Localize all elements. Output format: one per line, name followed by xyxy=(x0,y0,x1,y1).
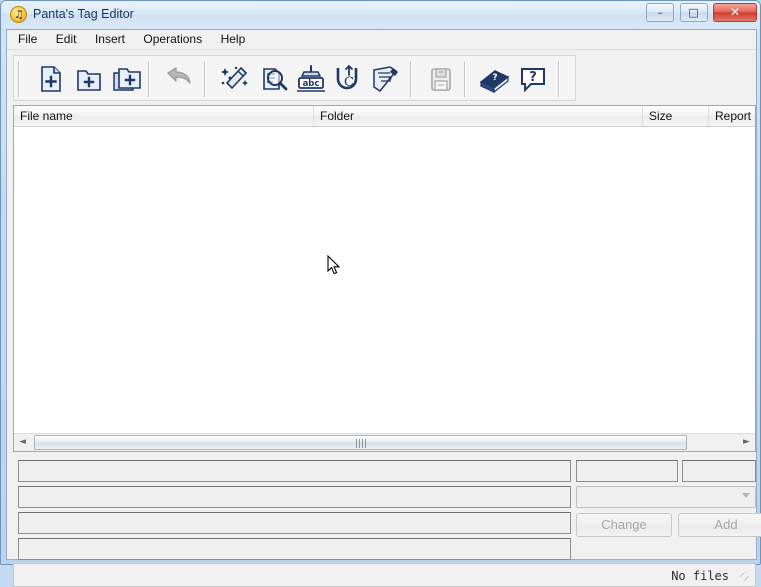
menu-bar: File Edit Insert Operations Help xyxy=(7,30,756,50)
add-folders-recursive-button[interactable] xyxy=(108,60,146,98)
toolbar-separator xyxy=(204,61,206,97)
toolbar-separator xyxy=(558,61,560,97)
undo-arrow-icon xyxy=(167,67,191,84)
status-text: No files xyxy=(671,569,729,583)
magic-wand-icon xyxy=(221,66,248,90)
scroll-left-arrow-icon[interactable]: ◄ xyxy=(14,434,31,451)
add-button[interactable]: Add xyxy=(678,513,761,537)
add-file-button[interactable] xyxy=(32,60,70,98)
question-balloon-icon: ? xyxy=(521,68,545,93)
menu-file[interactable]: File xyxy=(11,30,44,50)
toolbar-separator xyxy=(18,61,20,97)
track-field[interactable] xyxy=(576,460,678,482)
file-list-body[interactable] xyxy=(14,127,755,430)
document-search-icon xyxy=(263,68,288,91)
file-plus-icon xyxy=(41,66,61,92)
scrollbar-thumb[interactable] xyxy=(34,435,687,450)
svg-text:abc: abc xyxy=(303,79,320,89)
minimize-button[interactable]: – xyxy=(646,3,675,22)
year-field[interactable] xyxy=(682,460,756,482)
folder-plus-icon xyxy=(77,70,101,91)
remove-button[interactable] xyxy=(160,60,198,98)
about-button[interactable]: ? xyxy=(514,60,552,98)
toolbar-separator xyxy=(410,61,412,97)
artist-field[interactable] xyxy=(18,486,571,508)
column-file-name[interactable]: File name xyxy=(14,106,314,126)
resize-grip-icon[interactable] xyxy=(740,572,752,584)
manual-button[interactable]: ? xyxy=(476,60,514,98)
scrollbar-grip-icon xyxy=(355,439,366,448)
menu-operations[interactable]: Operations xyxy=(136,30,209,50)
column-size[interactable]: Size xyxy=(643,106,709,126)
help-book-icon: ? xyxy=(479,70,510,94)
svg-text:?: ? xyxy=(529,70,537,85)
client-area: File Edit Insert Operations Help abc C ?… xyxy=(6,29,761,587)
status-bar: No files xyxy=(13,563,756,587)
add-folder-button[interactable] xyxy=(70,60,108,98)
abc-stamp-icon: abc xyxy=(297,65,325,92)
file-list-header: File name Folder Size Report xyxy=(14,106,755,127)
folders-plus-icon xyxy=(113,68,141,91)
tag-editor-panel: Change Add xyxy=(13,455,761,560)
toolbar-separator xyxy=(464,61,466,97)
menu-insert[interactable]: Insert xyxy=(88,30,132,50)
title-bar[interactable]: ♫ Panta's Tag Editor – □ ✕ xyxy=(1,1,760,28)
svg-text:C: C xyxy=(344,75,354,90)
auto-tag-button[interactable] xyxy=(216,60,254,98)
horizontal-scrollbar[interactable]: ◄ ► xyxy=(14,433,755,451)
genre-combo[interactable] xyxy=(576,486,756,508)
scroll-right-arrow-icon[interactable]: ► xyxy=(738,434,755,451)
comment-field[interactable] xyxy=(18,538,571,560)
menu-edit[interactable]: Edit xyxy=(49,30,84,50)
case-convert-button[interactable]: C xyxy=(330,60,368,98)
close-button[interactable]: ✕ xyxy=(713,3,757,22)
find-button[interactable] xyxy=(254,60,292,98)
edit-list-button[interactable] xyxy=(368,60,406,98)
rename-button[interactable]: abc xyxy=(292,60,330,98)
musical-note-icon: ♫ xyxy=(10,6,27,23)
save-tags-button[interactable] xyxy=(422,60,460,98)
svg-text:?: ? xyxy=(492,73,497,83)
uppercase-lowercase-icon: C xyxy=(336,65,358,90)
list-edit-icon xyxy=(373,66,398,93)
chevron-down-icon xyxy=(742,493,750,498)
window-controls: – □ ✕ xyxy=(645,3,757,24)
tool-bar: abc C ? ? xyxy=(13,55,576,101)
menu-help[interactable]: Help xyxy=(214,30,253,50)
album-field[interactable] xyxy=(18,512,571,534)
window-title: Panta's Tag Editor xyxy=(33,7,134,21)
column-report[interactable]: Report xyxy=(709,106,755,126)
change-button[interactable]: Change xyxy=(576,513,672,537)
application-window: ♫ Panta's Tag Editor – □ ✕ File Edit Ins… xyxy=(0,0,761,587)
toolbar-separator xyxy=(148,61,150,97)
file-list[interactable]: File name Folder Size Report ◄ ► xyxy=(13,105,756,452)
maximize-button[interactable]: □ xyxy=(679,3,708,22)
save-disk-icon xyxy=(431,68,451,91)
column-folder[interactable]: Folder xyxy=(314,106,643,126)
title-field[interactable] xyxy=(18,460,571,482)
